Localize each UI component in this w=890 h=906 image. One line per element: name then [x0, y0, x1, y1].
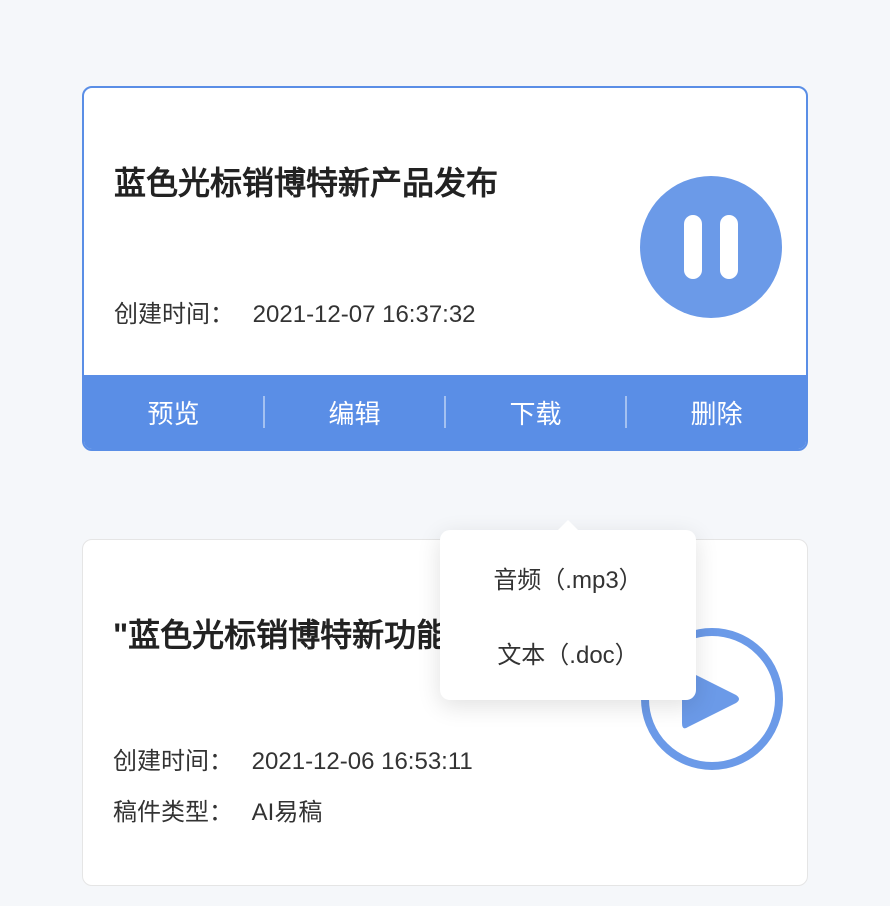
preview-button[interactable]: 预览: [84, 394, 263, 431]
card-body: 蓝色光标销博特新产品发布 创建时间： 2021-12-07 16:37:32: [84, 88, 806, 375]
pause-button[interactable]: [640, 176, 782, 318]
card-list: 蓝色光标销博特新产品发布 创建时间： 2021-12-07 16:37:32 预…: [82, 86, 808, 886]
delete-button[interactable]: 删除: [627, 394, 806, 431]
download-dropdown: 音频（.mp3） 文本（.doc）: [440, 530, 696, 700]
doc-type-label: 稿件类型：: [113, 792, 233, 827]
download-audio-option[interactable]: 音频（.mp3）: [440, 540, 696, 615]
media-card: 蓝色光标销博特新产品发布 创建时间： 2021-12-07 16:37:32 预…: [82, 86, 808, 451]
created-time-value: 2021-12-06 16:53:11: [252, 748, 473, 776]
edit-button[interactable]: 编辑: [265, 394, 444, 431]
created-time-label: 创建时间：: [113, 741, 233, 776]
download-text-option[interactable]: 文本（.doc）: [440, 615, 696, 690]
pause-icon: [684, 215, 738, 279]
doc-type-row: 稿件类型： AI易稿: [113, 792, 777, 827]
action-bar: 预览 编辑 下载 删除: [84, 375, 806, 449]
created-time-label: 创建时间：: [114, 294, 234, 329]
created-time-value: 2021-12-07 16:37:32: [253, 301, 476, 329]
doc-type-value: AI易稿: [252, 792, 323, 827]
download-button[interactable]: 下载: [446, 394, 625, 431]
